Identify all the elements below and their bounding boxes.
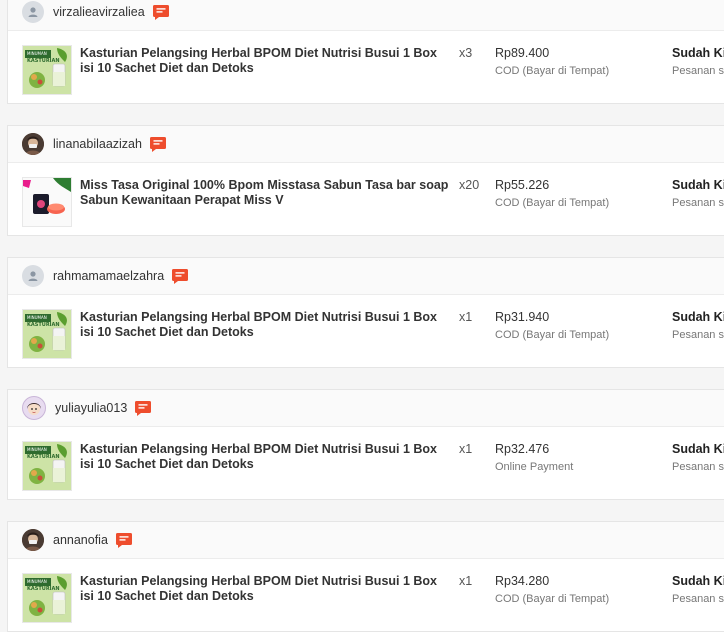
product-thumbnail[interactable]: MINUMAN KASTURIAN bbox=[22, 441, 72, 491]
order-card-body: MINUMAN KASTURIAN Kasturian Pelangsing Her… bbox=[8, 31, 724, 103]
order-card-body: Miss Tasa Original 100% Bpom Misstasa Sa… bbox=[8, 163, 724, 235]
payment-method: COD (Bayar di Tempat) bbox=[495, 65, 610, 77]
product-quantity: x20 bbox=[459, 178, 480, 192]
order-status: Sudah Kir bbox=[672, 574, 724, 588]
order-card: rahmamamaelzahra MINUMAN KASTURIAN Kasturia… bbox=[7, 257, 724, 368]
default-avatar-icon bbox=[22, 265, 44, 287]
product-name[interactable]: Kasturian Pelangsing Herbal BPOM Diet Nu… bbox=[80, 46, 452, 76]
product-quantity: x1 bbox=[459, 442, 473, 456]
order-status: Sudah Kir bbox=[672, 46, 724, 60]
product-thumbnail[interactable]: MINUMAN KASTURIAN bbox=[22, 45, 72, 95]
order-card-header: virzalieavirzaliea bbox=[8, 0, 724, 31]
product-thumbnail[interactable]: MINUMAN KASTURIAN bbox=[22, 309, 72, 359]
order-card-header: yuliayulia013 bbox=[8, 390, 724, 427]
svg-text:KASTURIAN: KASTURIAN bbox=[27, 454, 60, 460]
order-card-header: linanabilaazizah bbox=[8, 126, 724, 163]
product-quantity: x3 bbox=[459, 46, 473, 60]
order-card-body: MINUMAN KASTURIAN Kasturian Pelangsing Her… bbox=[8, 295, 724, 367]
payment-method: COD (Bayar di Tempat) bbox=[495, 197, 610, 209]
order-price: Rp55.226 bbox=[495, 178, 550, 192]
chat-icon[interactable] bbox=[172, 268, 189, 284]
svg-text:MINUMAN: MINUMAN bbox=[27, 579, 47, 584]
order-card-body: MINUMAN KASTURIAN Kasturian Pelangsing Her… bbox=[8, 427, 724, 499]
svg-text:MINUMAN: MINUMAN bbox=[27, 51, 47, 56]
chat-icon[interactable] bbox=[115, 532, 132, 548]
payment-method: Online Payment bbox=[495, 461, 574, 473]
photo-avatar bbox=[22, 529, 44, 551]
buyer-username[interactable]: rahmamamaelzahra bbox=[53, 269, 164, 283]
chat-icon[interactable] bbox=[152, 4, 169, 20]
order-status-detail: Pesanan se bbox=[672, 197, 724, 209]
product-name[interactable]: Kasturian Pelangsing Herbal BPOM Diet Nu… bbox=[80, 442, 452, 472]
order-card: yuliayulia013 MINUMAN KASTURIAN Kasturian P… bbox=[7, 389, 724, 500]
buyer-username[interactable]: annanofia bbox=[53, 533, 108, 547]
order-card-header: annanofia bbox=[8, 522, 724, 559]
order-card-header: rahmamamaelzahra bbox=[8, 258, 724, 295]
payment-method: COD (Bayar di Tempat) bbox=[495, 329, 610, 341]
order-status: Sudah Kir bbox=[672, 178, 724, 192]
order-card: annanofia MINUMAN KASTURIAN Kasturian Pelan… bbox=[7, 521, 724, 632]
order-status-detail: Pesanan se bbox=[672, 65, 724, 77]
payment-method: COD (Bayar di Tempat) bbox=[495, 593, 610, 605]
order-price: Rp89.400 bbox=[495, 46, 550, 60]
svg-text:MINUMAN: MINUMAN bbox=[27, 315, 47, 320]
order-status: Sudah Kir bbox=[672, 442, 724, 456]
buyer-username[interactable]: linanabilaazizah bbox=[53, 137, 142, 151]
buyer-username[interactable]: yuliayulia013 bbox=[55, 401, 127, 415]
product-name[interactable]: Kasturian Pelangsing Herbal BPOM Diet Nu… bbox=[80, 310, 452, 340]
order-card: virzalieavirzaliea MINUMAN KASTURIAN Kastur… bbox=[7, 0, 724, 104]
order-status: Sudah Kir bbox=[672, 310, 724, 324]
order-card: linanabilaazizah Miss Tasa Original 100% … bbox=[7, 125, 724, 236]
product-name[interactable]: Kasturian Pelangsing Herbal BPOM Diet Nu… bbox=[80, 574, 452, 604]
order-card-body: MINUMAN KASTURIAN Kasturian Pelangsing Her… bbox=[8, 559, 724, 631]
product-thumbnail[interactable]: MINUMAN KASTURIAN bbox=[22, 573, 72, 623]
cartoon-avatar bbox=[22, 396, 46, 420]
svg-text:KASTURIAN: KASTURIAN bbox=[27, 58, 60, 64]
order-price: Rp34.280 bbox=[495, 574, 550, 588]
svg-text:KASTURIAN: KASTURIAN bbox=[27, 322, 60, 328]
default-avatar-icon bbox=[22, 1, 44, 23]
photo-avatar bbox=[22, 133, 44, 155]
buyer-username[interactable]: virzalieavirzaliea bbox=[53, 5, 145, 19]
product-quantity: x1 bbox=[459, 574, 473, 588]
order-price: Rp32.476 bbox=[495, 442, 550, 456]
order-status-detail: Pesanan se bbox=[672, 329, 724, 341]
svg-text:MINUMAN: MINUMAN bbox=[27, 447, 47, 452]
svg-text:KASTURIAN: KASTURIAN bbox=[27, 586, 60, 592]
order-status-detail: Pesanan se bbox=[672, 461, 724, 473]
product-quantity: x1 bbox=[459, 310, 473, 324]
order-price: Rp31.940 bbox=[495, 310, 550, 324]
order-status-detail: Pesanan se bbox=[672, 593, 724, 605]
chat-icon[interactable] bbox=[135, 400, 152, 416]
product-name[interactable]: Miss Tasa Original 100% Bpom Misstasa Sa… bbox=[80, 178, 452, 208]
chat-icon[interactable] bbox=[149, 136, 166, 152]
product-thumbnail[interactable] bbox=[22, 177, 72, 227]
